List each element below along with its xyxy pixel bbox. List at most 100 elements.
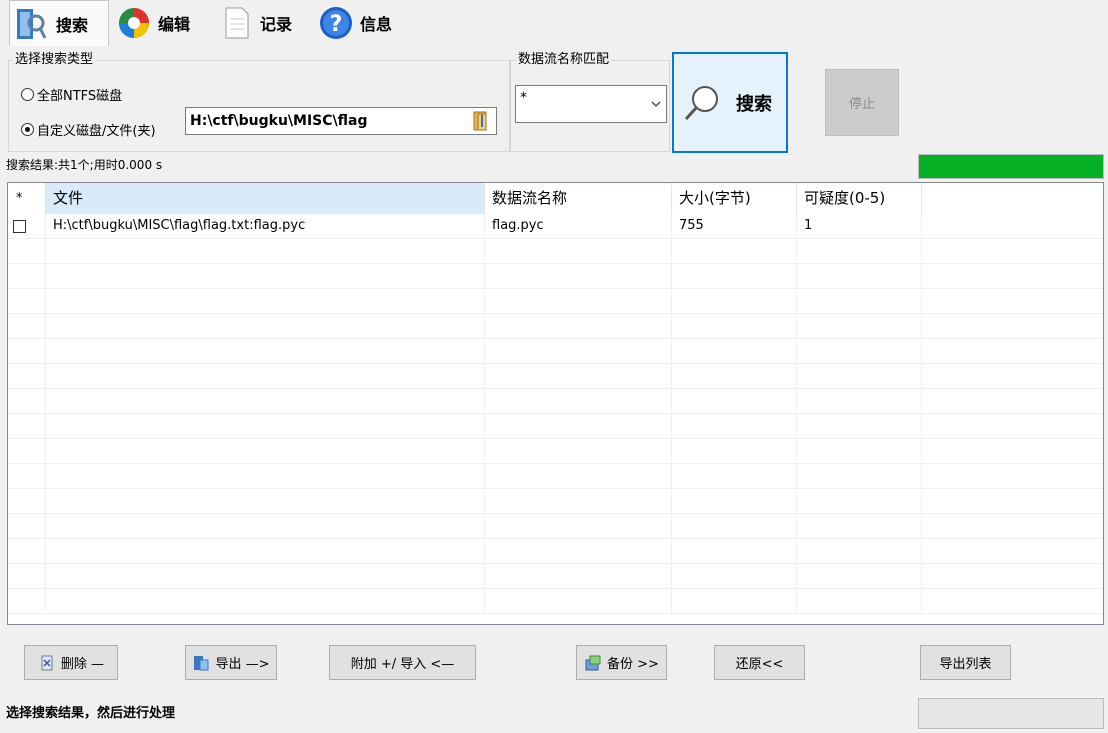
column-header-suspicion[interactable]: 可疑度(0-5) <box>797 183 922 214</box>
chevron-down-icon[interactable] <box>650 98 662 110</box>
radio-all-ntfs-circle[interactable] <box>21 88 34 101</box>
empty-cell <box>922 364 1103 389</box>
tab-info[interactable]: ? 信息 <box>314 2 410 44</box>
empty-cell <box>485 364 672 389</box>
empty-cell <box>922 564 1103 589</box>
empty-cell <box>485 439 672 464</box>
cell-size: 755 <box>672 214 797 239</box>
empty-cell <box>485 389 672 414</box>
empty-cell <box>672 239 797 264</box>
empty-row <box>8 264 1103 289</box>
edit-tab-icon <box>119 8 149 38</box>
empty-cell <box>8 314 46 339</box>
empty-cell <box>797 589 922 614</box>
empty-row <box>8 239 1103 264</box>
empty-cell <box>485 539 672 564</box>
empty-cell <box>8 489 46 514</box>
backup-icon <box>585 655 601 670</box>
empty-cell <box>672 414 797 439</box>
tab-search-label: 搜索 <box>56 15 89 35</box>
empty-cell <box>797 389 922 414</box>
empty-cell <box>46 589 485 614</box>
radio-custom-path-circle[interactable] <box>21 123 34 136</box>
empty-cell <box>797 239 922 264</box>
progress-fill <box>919 155 1103 178</box>
result-summary: 搜索结果:共1个;用时0.000 s <box>6 158 163 172</box>
table-row[interactable]: H:\ctf\bugku\MISC\flag\flag.txt:flag.pyc… <box>8 214 1103 239</box>
empty-cell <box>8 564 46 589</box>
column-header-select[interactable]: * <box>8 183 46 214</box>
empty-cell <box>8 239 46 264</box>
delete-button[interactable]: 删除 — <box>24 645 118 680</box>
empty-cell <box>8 439 46 464</box>
stream-match-combo[interactable]: * <box>515 85 667 123</box>
row-checkbox[interactable] <box>13 220 26 233</box>
stop-button-label: 停止 <box>848 97 875 112</box>
tab-edit-label: 编辑 <box>158 15 191 34</box>
tab-record-label: 记录 <box>260 15 293 34</box>
empty-cell <box>922 339 1103 364</box>
search-button[interactable]: 搜索 <box>672 52 788 153</box>
empty-cell <box>46 464 485 489</box>
column-header-file[interactable]: 文件 <box>46 183 485 214</box>
tab-search[interactable]: 搜索 <box>9 0 109 46</box>
stop-button[interactable]: 停止 <box>825 69 899 136</box>
empty-cell <box>672 489 797 514</box>
radio-custom-path[interactable]: 自定义磁盘/文件(夹) <box>21 120 156 139</box>
column-header-stream[interactable]: 数据流名称 <box>485 183 672 214</box>
empty-cell <box>485 289 672 314</box>
export-button[interactable]: 导出 —> <box>185 645 277 680</box>
search-tab-icon <box>17 8 47 39</box>
status-panel <box>918 698 1104 729</box>
empty-cell <box>797 364 922 389</box>
empty-cell <box>922 314 1103 339</box>
search-button-label: 搜索 <box>736 93 772 115</box>
empty-cell <box>46 439 485 464</box>
empty-cell <box>46 564 485 589</box>
empty-cell <box>46 289 485 314</box>
restore-button[interactable]: 还原<< <box>714 645 805 680</box>
empty-row <box>8 439 1103 464</box>
attach-import-button[interactable]: 附加 +/ 导入 <— <box>329 645 476 680</box>
folder-browse-icon[interactable] <box>470 110 492 132</box>
empty-cell <box>485 514 672 539</box>
empty-cell <box>672 389 797 414</box>
backup-button[interactable]: 备份 >> <box>576 645 667 680</box>
empty-cell <box>46 339 485 364</box>
empty-cell <box>8 539 46 564</box>
tab-record[interactable]: 记录 <box>214 2 312 44</box>
empty-cell <box>485 314 672 339</box>
results-table[interactable]: * 文件 数据流名称 大小(字节) 可疑度(0-5) H:\ctf\bugku\… <box>7 182 1104 625</box>
empty-row <box>8 414 1103 439</box>
empty-cell <box>485 414 672 439</box>
empty-cell <box>922 289 1103 314</box>
radio-all-ntfs[interactable]: 全部NTFS磁盘 <box>21 85 122 104</box>
cell-filler <box>922 214 1103 239</box>
export-list-button[interactable]: 导出列表 <box>920 645 1011 680</box>
row-select-cell[interactable] <box>8 214 46 239</box>
empty-cell <box>922 539 1103 564</box>
empty-cell <box>797 314 922 339</box>
empty-cell <box>922 514 1103 539</box>
tab-edit[interactable]: 编辑 <box>112 2 212 44</box>
column-header-size[interactable]: 大小(字节) <box>672 183 797 214</box>
empty-cell <box>797 414 922 439</box>
empty-cell <box>46 239 485 264</box>
delete-icon <box>41 655 53 670</box>
empty-cell <box>797 539 922 564</box>
empty-cell <box>485 339 672 364</box>
stream-match-title: 数据流名称匹配 <box>516 52 612 68</box>
tab-info-label: 信息 <box>360 15 393 34</box>
empty-cell <box>797 564 922 589</box>
delete-button-label: 删除 — <box>60 657 105 672</box>
path-input[interactable]: H:\ctf\bugku\MISC\flag <box>185 107 497 135</box>
empty-cell <box>46 389 485 414</box>
export-icon <box>194 655 209 670</box>
info-tab-icon: ? <box>320 7 352 39</box>
empty-cell <box>485 564 672 589</box>
empty-cell <box>485 489 672 514</box>
empty-cell <box>8 414 46 439</box>
empty-cell <box>46 514 485 539</box>
column-header-filler <box>922 183 1103 214</box>
empty-cell <box>485 464 672 489</box>
